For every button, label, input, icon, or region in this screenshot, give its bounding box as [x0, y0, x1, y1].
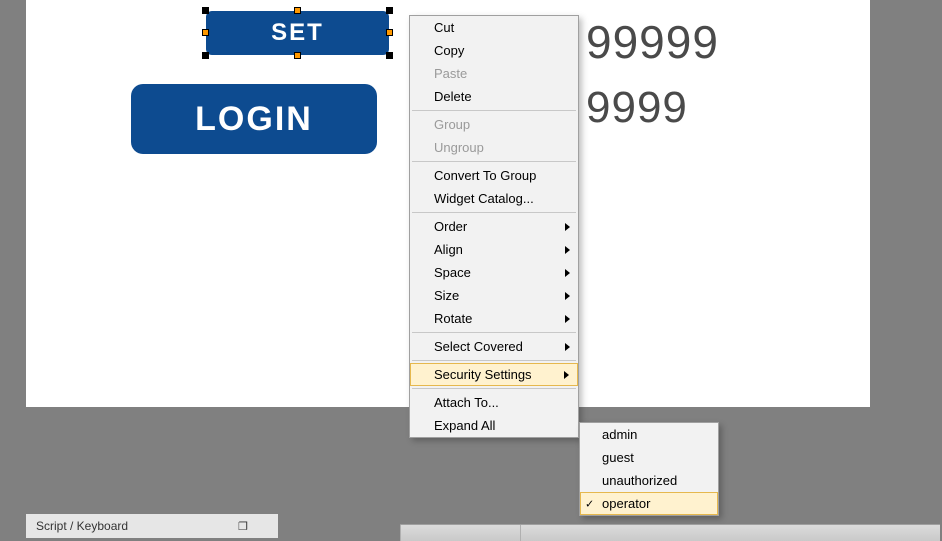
submenu-item-admin[interactable]: admin: [580, 423, 718, 446]
menu-item-label: Expand All: [434, 418, 495, 433]
numeric-display-2: 9999: [586, 83, 688, 133]
submenu-arrow-icon: [564, 371, 569, 379]
submenu-item-label: admin: [602, 427, 637, 442]
menu-item-ungroup: Ungroup: [410, 136, 578, 159]
menu-item-cut[interactable]: Cut: [410, 16, 578, 39]
submenu-item-unauthorized[interactable]: unauthorized: [580, 469, 718, 492]
set-button-widget[interactable]: SET: [206, 11, 389, 55]
menu-item-security-settings[interactable]: Security Settings: [410, 363, 578, 386]
set-button-label: SET: [271, 19, 324, 47]
menu-item-convert-to-group[interactable]: Convert To Group: [410, 164, 578, 187]
menu-separator: [412, 161, 576, 162]
login-button-label: LOGIN: [195, 100, 313, 139]
menu-separator: [412, 388, 576, 389]
menu-item-label: Size: [434, 288, 459, 303]
menu-item-label: Cut: [434, 20, 454, 35]
menu-separator: [412, 360, 576, 361]
menu-item-label: Attach To...: [434, 395, 499, 410]
submenu-arrow-icon: [565, 292, 570, 300]
submenu-item-label: unauthorized: [602, 473, 677, 488]
menu-item-label: Convert To Group: [434, 168, 536, 183]
submenu-arrow-icon: [565, 269, 570, 277]
menu-item-paste: Paste: [410, 62, 578, 85]
menu-item-label: Order: [434, 219, 467, 234]
menu-item-widget-catalog[interactable]: Widget Catalog...: [410, 187, 578, 210]
submenu-arrow-icon: [565, 315, 570, 323]
tab-label: Script / Keyboard: [36, 519, 128, 533]
submenu-item-label: operator: [602, 496, 650, 511]
menu-item-label: Space: [434, 265, 471, 280]
bottom-tab-strip: Script / Keyboard ❐: [26, 514, 278, 538]
menu-item-label: Select Covered: [434, 339, 523, 354]
menu-item-label: Align: [434, 242, 463, 257]
menu-item-align[interactable]: Align: [410, 238, 578, 261]
menu-item-label: Widget Catalog...: [434, 191, 534, 206]
menu-item-space[interactable]: Space: [410, 261, 578, 284]
menu-item-group: Group: [410, 113, 578, 136]
restore-icon[interactable]: ❐: [238, 520, 248, 533]
menu-item-delete[interactable]: Delete: [410, 85, 578, 108]
submenu-item-guest[interactable]: guest: [580, 446, 718, 469]
submenu-arrow-icon: [565, 223, 570, 231]
menu-item-rotate[interactable]: Rotate: [410, 307, 578, 330]
login-button-widget[interactable]: LOGIN: [131, 84, 377, 154]
menu-item-label: Security Settings: [434, 367, 532, 382]
status-bar: [400, 524, 940, 541]
context-submenu-security: admin guest unauthorized ✓ operator: [579, 422, 719, 516]
menu-item-select-covered[interactable]: Select Covered: [410, 335, 578, 358]
menu-item-label: Delete: [434, 89, 472, 104]
menu-item-label: Rotate: [434, 311, 472, 326]
menu-item-label: Ungroup: [434, 140, 484, 155]
menu-separator: [412, 332, 576, 333]
menu-separator: [412, 110, 576, 111]
status-seg-label: [401, 529, 405, 540]
submenu-arrow-icon: [565, 246, 570, 254]
checkmark-icon: ✓: [585, 497, 594, 510]
menu-item-copy[interactable]: Copy: [410, 39, 578, 62]
tab-script-keyboard[interactable]: Script / Keyboard ❐: [26, 514, 278, 538]
menu-item-label: Paste: [434, 66, 467, 81]
menu-item-label: Copy: [434, 43, 464, 58]
submenu-item-label: guest: [602, 450, 634, 465]
menu-separator: [412, 212, 576, 213]
menu-item-size[interactable]: Size: [410, 284, 578, 307]
numeric-display-1: 99999: [586, 15, 719, 69]
menu-item-expand-all[interactable]: Expand All: [410, 414, 578, 437]
menu-item-label: Group: [434, 117, 470, 132]
submenu-item-operator[interactable]: ✓ operator: [580, 492, 718, 515]
menu-item-order[interactable]: Order: [410, 215, 578, 238]
context-menu: Cut Copy Paste Delete Group Ungroup Convert To…: [409, 15, 579, 438]
menu-item-attach-to[interactable]: Attach To...: [410, 391, 578, 414]
submenu-arrow-icon: [565, 343, 570, 351]
